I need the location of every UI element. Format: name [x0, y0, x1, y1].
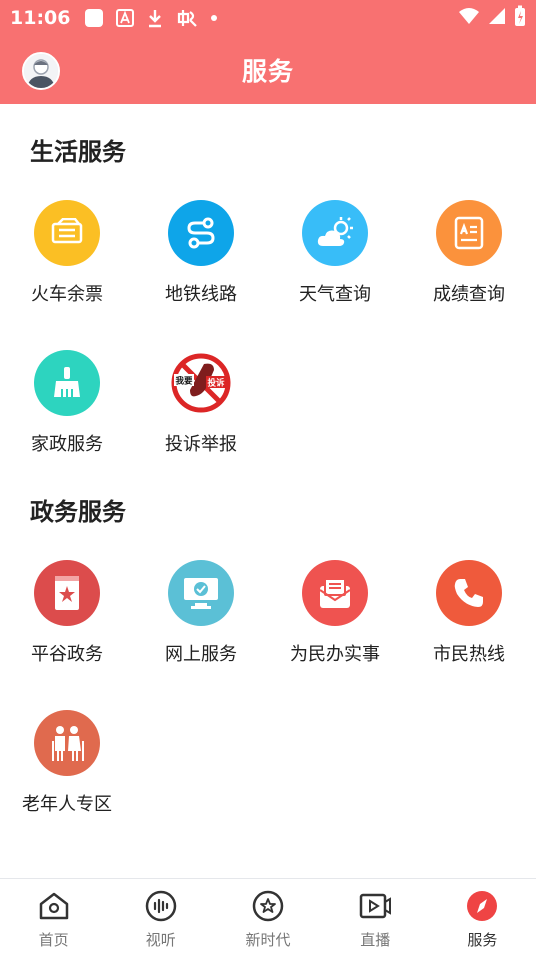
service-label: 老年人专区: [22, 794, 112, 815]
phone-icon: [436, 560, 502, 626]
tab-label: 服务: [467, 931, 498, 949]
service-label: 火车余票: [31, 284, 103, 305]
app-badge-icon: [176, 8, 198, 28]
train-ticket-icon: [34, 200, 100, 266]
audio-wave-icon: [144, 889, 178, 923]
service-label: 天气查询: [299, 284, 371, 305]
service-citizen-hotline[interactable]: 市民热线: [402, 560, 536, 680]
service-label: 平谷政务: [31, 644, 103, 665]
service-weather[interactable]: 天气查询: [268, 200, 402, 320]
star-badge-icon: [251, 889, 285, 923]
service-label: 为民办实事: [290, 644, 380, 665]
wifi-icon: [458, 7, 480, 29]
broom-icon: [34, 350, 100, 416]
service-pinggu-gov[interactable]: 平谷政务: [0, 560, 134, 680]
service-train-ticket[interactable]: 火车余票: [0, 200, 134, 320]
service-subway-route[interactable]: 地铁线路: [134, 200, 268, 320]
section-title-life: 生活服务: [30, 138, 126, 166]
service-online[interactable]: 网上服务: [134, 560, 268, 680]
service-practical-affairs[interactable]: 为民办实事: [268, 560, 402, 680]
tab-home[interactable]: 首页: [0, 879, 107, 954]
service-label: 网上服务: [165, 644, 237, 665]
page-title: 服务: [241, 57, 294, 86]
elderly-couple-icon: [34, 710, 100, 776]
weather-icon: [302, 200, 368, 266]
tab-audiovisual[interactable]: 视听: [107, 879, 214, 954]
score-card-icon: [436, 200, 502, 266]
section-title-gov: 政务服务: [30, 498, 126, 526]
dot-icon: [210, 14, 218, 22]
tab-label: 新时代: [245, 931, 291, 949]
complaint-badge-text-1: 我要: [175, 376, 193, 387]
service-label: 成绩查询: [433, 284, 505, 305]
home-icon: [37, 889, 71, 923]
service-elderly-zone[interactable]: 老年人专区: [0, 710, 134, 830]
monitor-check-icon: [168, 560, 234, 626]
bookmark-star-icon: [34, 560, 100, 626]
download-icon: [146, 8, 164, 28]
status-bar: 11:06: [0, 0, 536, 36]
service-complaint[interactable]: 我要 投诉 投诉举报: [134, 350, 268, 470]
battery-icon: [514, 5, 526, 31]
service-housekeeping[interactable]: 家政服务: [0, 350, 134, 470]
mail-box-icon: [302, 560, 368, 626]
service-label: 投诉举报: [165, 434, 237, 455]
tab-label: 直播: [360, 931, 391, 949]
complaint-badge-text-2: 投诉: [207, 378, 225, 389]
header: 服务: [0, 36, 536, 104]
service-label: 地铁线路: [165, 284, 237, 305]
bottom-tab-bar: 首页 视听 新时代 直播 服务: [0, 878, 536, 954]
live-video-icon: [358, 889, 392, 923]
notification-square-icon: [84, 8, 104, 28]
service-label: 家政服务: [31, 434, 103, 455]
complaint-phone-icon: 我要 投诉: [168, 350, 234, 416]
signal-icon: [488, 7, 506, 29]
subway-route-icon: [168, 200, 234, 266]
tab-live[interactable]: 直播: [322, 879, 429, 954]
tab-service[interactable]: 服务: [429, 879, 536, 954]
tab-label: 视听: [145, 931, 176, 949]
tab-new-era[interactable]: 新时代: [214, 879, 321, 954]
app-a-icon: [116, 9, 135, 27]
status-time: 11:06: [10, 7, 71, 29]
service-compass-icon: [465, 889, 499, 923]
service-label: 市民热线: [433, 644, 505, 665]
service-score-query[interactable]: 成绩查询: [402, 200, 536, 320]
tab-label: 首页: [38, 931, 69, 949]
avatar[interactable]: [22, 52, 60, 90]
